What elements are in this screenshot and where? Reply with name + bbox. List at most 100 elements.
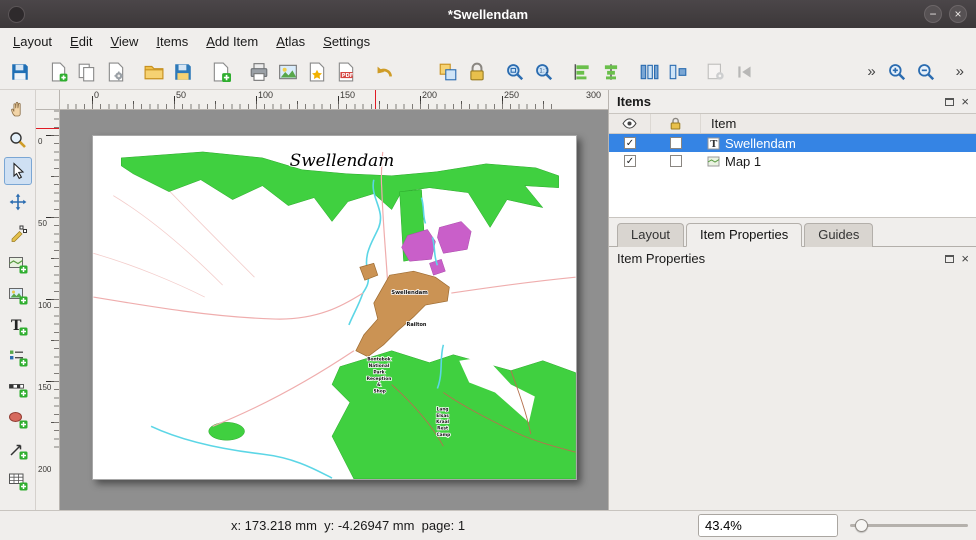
toolbar-overflow-2-button[interactable]: » (950, 63, 970, 80)
close-panel-icon[interactable]: × (961, 252, 969, 265)
export-as-svg-button[interactable] (303, 58, 331, 86)
zoom-to-100-button[interactable]: 1:1 (530, 58, 558, 86)
add-legend-button[interactable] (4, 343, 32, 371)
select-move-item-tool-button[interactable] (4, 157, 32, 185)
lock-column-header (651, 114, 701, 133)
layout-page[interactable]: Swellendam Railton Bontebok National Par… (92, 135, 577, 480)
save-as-template-button[interactable] (169, 58, 197, 86)
add-arrow-button[interactable] (4, 436, 32, 464)
menu-add-item[interactable]: Add Item (197, 30, 267, 53)
save-project-button[interactable] (6, 58, 34, 86)
atlas-first-icon (735, 62, 755, 82)
atlas-settings-button[interactable] (702, 58, 730, 86)
title-label-item[interactable]: Swellendam (290, 150, 395, 170)
close-button[interactable]: × (949, 5, 967, 23)
menu-atlas[interactable]: Atlas (267, 30, 314, 53)
visibility-checkbox[interactable] (624, 137, 636, 149)
tab-layout[interactable]: Layout (617, 223, 684, 247)
top-ruler[interactable]: 0 50 100 150 200 250 300 (60, 90, 608, 110)
save-icon (10, 62, 30, 82)
item-toolbar: T (0, 90, 36, 510)
dock-tabs: Layout Item Properties Guides (609, 218, 976, 247)
zoom-level-input[interactable] (699, 515, 838, 536)
zoom-in-button[interactable] (883, 58, 911, 86)
toolbar-overflow-button[interactable]: » (861, 63, 881, 80)
align-left-button[interactable] (568, 58, 596, 86)
map-item[interactable]: Swellendam Railton Bontebok National Par… (93, 136, 576, 479)
zoom-slider[interactable] (850, 514, 968, 537)
duplicate-layout-icon (77, 62, 97, 82)
menu-settings[interactable]: Settings (314, 30, 379, 53)
tab-item-properties[interactable]: Item Properties (686, 223, 802, 247)
print-button[interactable] (245, 58, 273, 86)
resize-narrowest-button[interactable] (664, 58, 692, 86)
add-shape-button[interactable] (4, 405, 32, 433)
ruler-label: 300 (586, 90, 601, 100)
window-controls: − × (924, 5, 976, 23)
item-row-map1[interactable]: Map 1 (609, 152, 976, 170)
undo-button[interactable] (370, 58, 398, 86)
atlas-first-feature-button[interactable] (731, 58, 759, 86)
minimize-button[interactable]: − (924, 5, 942, 23)
zoom-slider-handle[interactable] (855, 519, 868, 532)
export-as-image-button[interactable] (274, 58, 302, 86)
edit-nodes-item-tool-button[interactable] (4, 219, 32, 247)
ruler-label: 150 (340, 90, 355, 100)
duplicate-layout-button[interactable] (73, 58, 101, 86)
save-template-icon (173, 62, 193, 82)
lock-checkbox[interactable] (670, 155, 682, 167)
add-scalebar-icon (8, 378, 28, 398)
float-panel-icon[interactable] (945, 255, 954, 263)
add-picture-button[interactable] (4, 281, 32, 309)
ruler-corner (36, 90, 60, 110)
zoom-full-button[interactable] (501, 58, 529, 86)
item-properties-content (609, 270, 976, 510)
pan-tool-button[interactable] (4, 95, 32, 123)
map-item-icon (707, 155, 720, 168)
zoom-level-combo (698, 514, 838, 537)
new-layout-button[interactable] (44, 58, 72, 86)
qgis-layout-window: *Swellendam − × Layout Edit View Items A… (0, 0, 976, 540)
items-panel-title: Items (617, 94, 651, 109)
right-dock: Items × Item (608, 90, 976, 510)
resize-icon (668, 62, 688, 82)
add-pages-button[interactable] (207, 58, 235, 86)
svg-text:PDF: PDF (342, 72, 354, 78)
move-item-content-tool-button[interactable] (4, 188, 32, 216)
lock-items-button[interactable] (463, 58, 491, 86)
atlas-settings-icon (706, 62, 726, 82)
vegetation-polygon (209, 422, 245, 440)
status-bar-right (698, 514, 976, 537)
window-menu-icon[interactable] (8, 6, 25, 23)
left-ruler[interactable]: 0 50 100 150 200 (36, 110, 60, 510)
item-row-swellendam[interactable]: T Swellendam (609, 134, 976, 152)
new-layout-icon (48, 62, 68, 82)
menu-view[interactable]: View (101, 30, 147, 53)
close-panel-icon[interactable]: × (961, 95, 969, 108)
group-items-button[interactable] (434, 58, 462, 86)
zoom-tool-button[interactable] (4, 126, 32, 154)
float-panel-icon[interactable] (945, 98, 954, 106)
add-table-button[interactable] (4, 467, 32, 495)
menu-edit[interactable]: Edit (61, 30, 101, 53)
add-map-button[interactable] (4, 250, 32, 278)
layout-manager-button[interactable] (102, 58, 130, 86)
lock-checkbox[interactable] (670, 137, 682, 149)
align-left-icon (572, 62, 592, 82)
add-scalebar-button[interactable] (4, 374, 32, 402)
tab-guides[interactable]: Guides (804, 223, 873, 247)
title-bar: *Swellendam − × (0, 0, 976, 28)
zoom-tool-icon (8, 130, 28, 150)
zoom-out-button[interactable] (912, 58, 940, 86)
visibility-checkbox[interactable] (624, 155, 636, 167)
add-label-button[interactable]: T (4, 312, 32, 340)
ruler-label: 250 (504, 90, 519, 100)
menu-layout[interactable]: Layout (4, 30, 61, 53)
add-items-from-template-button[interactable] (140, 58, 168, 86)
canvas-viewport[interactable]: Swellendam Railton Bontebok National Par… (60, 110, 608, 510)
export-as-pdf-button[interactable]: PDF (332, 58, 360, 86)
menu-items[interactable]: Items (147, 30, 197, 53)
distribute-left-button[interactable] (635, 58, 663, 86)
add-label-icon: T (8, 316, 28, 336)
align-center-button[interactable] (597, 58, 625, 86)
